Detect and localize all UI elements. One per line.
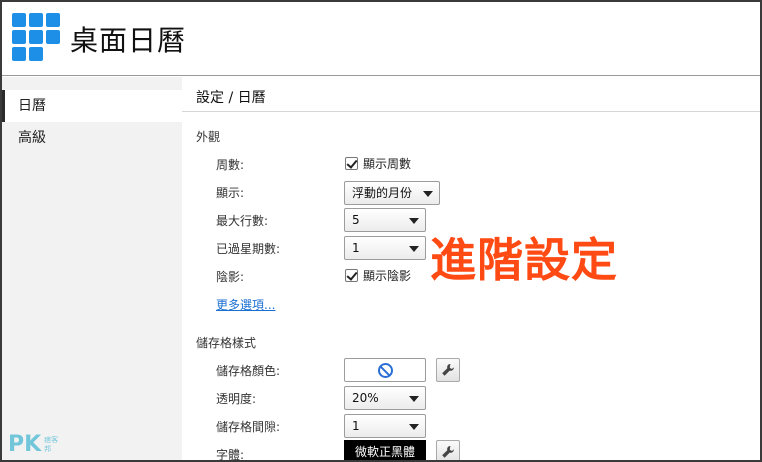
app-window: 桌面日曆 日曆 高級 設定 / 日曆 外觀 周數: 顯示周數 顯示: 浮動的月份… <box>0 0 762 462</box>
max-rows-select[interactable]: 5 <box>344 208 426 232</box>
chevron-down-icon <box>409 246 419 252</box>
annotation-overlay: 進階設定 <box>430 233 618 287</box>
cell-color-label: 儲存格顏色: <box>216 364 281 378</box>
wrench-icon <box>442 363 454 376</box>
chevron-down-icon <box>409 218 419 224</box>
cell-color-settings-button[interactable] <box>436 358 460 382</box>
shadow-label: 陰影: <box>216 270 245 284</box>
past-weeks-select[interactable]: 1 <box>344 236 426 260</box>
shadow-checkbox[interactable] <box>345 269 358 282</box>
wrench-icon <box>442 445 454 458</box>
display-select-value: 浮動的月份 <box>352 186 413 200</box>
shadow-checkbox-label: 顯示陰影 <box>363 269 412 283</box>
app-header: 桌面日曆 <box>2 2 760 76</box>
cell-style-section-title: 儲存格樣式 <box>196 336 257 350</box>
calendar-grid-icon <box>12 13 60 61</box>
past-weeks-label: 已過星期數: <box>216 242 281 256</box>
max-rows-label: 最大行數: <box>216 214 269 228</box>
watermark-logo: PK 痞客 邦 <box>8 432 58 457</box>
divider <box>182 111 760 112</box>
appearance-section-title: 外觀 <box>196 130 221 144</box>
past-weeks-select-value: 1 <box>352 241 360 255</box>
cell-spacing-select[interactable]: 1 <box>344 414 426 438</box>
sidebar-item-calendar[interactable]: 日曆 <box>2 90 182 122</box>
watermark-sub-line2: 邦 <box>44 444 52 453</box>
opacity-select[interactable]: 20% <box>344 386 426 410</box>
cell-color-picker[interactable] <box>344 358 426 382</box>
sidebar: 日曆 高級 <box>2 77 182 460</box>
watermark-main: PK <box>8 432 42 457</box>
week-number-checkbox-label: 顯示周數 <box>363 157 412 171</box>
chevron-down-icon <box>409 424 419 430</box>
shadow-checkbox-row[interactable]: 顯示陰影 <box>345 267 411 284</box>
breadcrumb: 設定 / 日曆 <box>196 90 266 106</box>
opacity-label: 透明度: <box>216 392 257 406</box>
app-title: 桌面日曆 <box>70 24 187 57</box>
cell-spacing-label: 儲存格間隙: <box>216 420 281 434</box>
cell-spacing-select-value: 1 <box>352 419 360 433</box>
week-number-checkbox[interactable] <box>345 157 358 170</box>
more-options-link[interactable]: 更多選項... <box>216 296 275 313</box>
max-rows-select-value: 5 <box>352 213 360 227</box>
week-number-checkbox-row[interactable]: 顯示周數 <box>345 155 411 172</box>
font-picker[interactable]: 微軟正黑體 <box>344 440 426 460</box>
sidebar-item-advanced[interactable]: 高級 <box>2 122 182 154</box>
watermark-sub: 痞客 邦 <box>44 436 58 454</box>
chevron-down-icon <box>423 191 433 197</box>
display-label: 顯示: <box>216 186 245 200</box>
chevron-down-icon <box>409 396 419 402</box>
display-select[interactable]: 浮動的月份 <box>344 181 440 205</box>
week-number-label: 周數: <box>216 158 245 172</box>
font-settings-button[interactable] <box>436 440 460 460</box>
opacity-select-value: 20% <box>352 391 379 405</box>
no-color-icon <box>378 363 393 378</box>
font-label: 字體: <box>216 448 245 462</box>
watermark-sub-line1: 痞客 <box>44 435 59 444</box>
